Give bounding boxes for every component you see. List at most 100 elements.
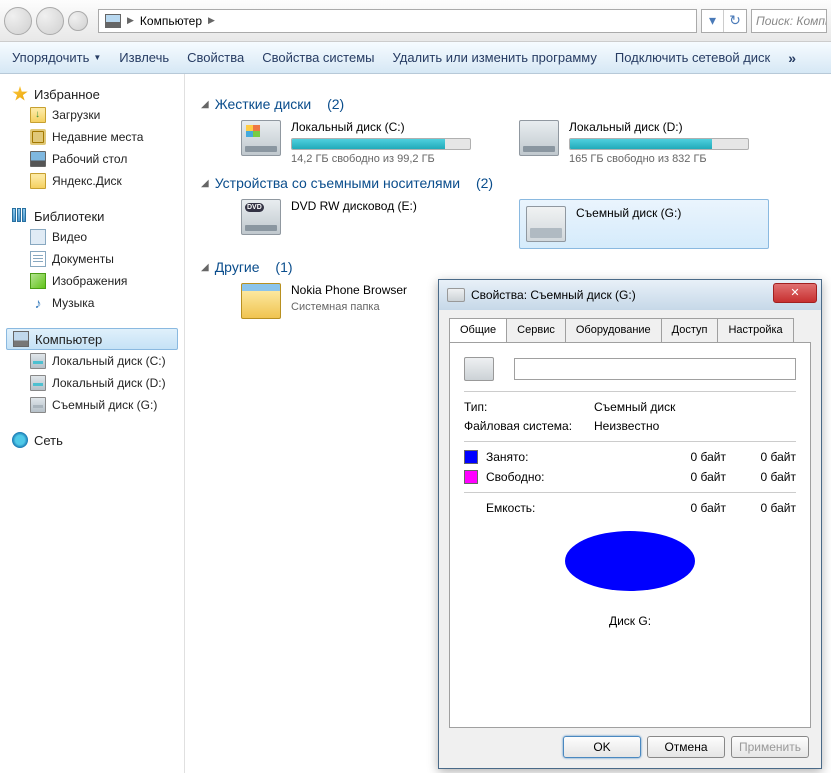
sidebar-libraries-header[interactable]: Библиотеки bbox=[6, 206, 178, 226]
address-bar[interactable]: ▶ Компьютер ▶ bbox=[98, 9, 697, 33]
capacity-value-human: 0 байт bbox=[726, 501, 796, 515]
breadcrumb-root[interactable]: Компьютер bbox=[140, 14, 202, 28]
section-removable[interactable]: ◢Устройства со съемными носителями (2) bbox=[201, 175, 815, 191]
type-label: Тип: bbox=[464, 400, 594, 414]
dialog-titlebar[interactable]: Свойства: Съемный диск (G:) ✕ bbox=[439, 280, 821, 310]
sidebar-videos[interactable]: Видео bbox=[6, 226, 178, 248]
navigation-bar: ▶ Компьютер ▶ ▾ ↻ Поиск: Компьютер bbox=[0, 0, 831, 42]
free-value-human: 0 байт bbox=[726, 470, 796, 484]
sidebar-desktop[interactable]: Рабочий стол bbox=[6, 148, 178, 170]
sidebar-yandex-disk[interactable]: Яндекс.Диск bbox=[6, 170, 178, 192]
star-icon bbox=[12, 86, 28, 102]
cancel-button[interactable]: Отмена bbox=[647, 736, 725, 758]
apply-button[interactable]: Применить bbox=[731, 736, 809, 758]
drive-icon bbox=[241, 120, 281, 156]
disk-icon bbox=[30, 353, 46, 369]
refresh-button[interactable]: ↻ bbox=[724, 10, 746, 32]
forward-button[interactable] bbox=[36, 7, 64, 35]
toolbar-system-properties[interactable]: Свойства системы bbox=[262, 50, 374, 65]
sidebar-downloads[interactable]: Загрузки bbox=[6, 104, 178, 126]
tab-tools[interactable]: Сервис bbox=[506, 318, 566, 342]
download-folder-icon bbox=[30, 107, 46, 123]
toolbar-uninstall[interactable]: Удалить или изменить программу bbox=[393, 50, 597, 65]
section-hard-drives[interactable]: ◢Жесткие диски (2) bbox=[201, 96, 815, 112]
free-value-bytes: 0 байт bbox=[646, 470, 726, 484]
back-button[interactable] bbox=[4, 7, 32, 35]
network-icon bbox=[12, 432, 28, 448]
sidebar-recent[interactable]: Недавние места bbox=[6, 126, 178, 148]
properties-dialog: Свойства: Съемный диск (G:) ✕ Общие Серв… bbox=[438, 279, 822, 769]
sidebar-documents[interactable]: Документы bbox=[6, 248, 178, 270]
drive-title: Локальный диск (D:) bbox=[569, 120, 769, 134]
drive-title: Локальный диск (C:) bbox=[291, 120, 491, 134]
toolbar-eject[interactable]: Извлечь bbox=[119, 50, 169, 65]
computer-icon bbox=[105, 14, 121, 28]
free-label: Свободно: bbox=[486, 470, 646, 484]
collapse-icon: ◢ bbox=[201, 178, 209, 189]
fs-value: Неизвестно bbox=[594, 419, 659, 433]
drive-g[interactable]: Съемный диск (G:) bbox=[519, 199, 769, 249]
address-history-button[interactable]: ▾ bbox=[702, 10, 724, 32]
libraries-icon bbox=[12, 208, 28, 224]
dialog-buttons: OK Отмена Применить bbox=[563, 736, 809, 758]
desktop-icon bbox=[30, 151, 46, 167]
music-icon: ♪ bbox=[30, 295, 46, 311]
sidebar-disk-d[interactable]: Локальный диск (D:) bbox=[6, 372, 178, 394]
drive-dvd[interactable]: DVD RW дисковод (E:) bbox=[241, 199, 491, 249]
capacity-label: Емкость: bbox=[486, 501, 646, 515]
used-label: Занято: bbox=[486, 450, 646, 464]
disk-label: Диск G: bbox=[464, 614, 796, 628]
drive-stats: 165 ГБ свободно из 832 ГБ bbox=[569, 153, 769, 165]
history-dropdown[interactable] bbox=[68, 11, 88, 31]
drive-title: DVD RW дисковод (E:) bbox=[291, 199, 491, 213]
dialog-body: Тип:Съемный диск Файловая система:Неизве… bbox=[449, 342, 811, 728]
sidebar-music[interactable]: ♪Музыка bbox=[6, 292, 178, 314]
drive-d[interactable]: Локальный диск (D:) 165 ГБ свободно из 8… bbox=[519, 120, 769, 165]
fs-label: Файловая система: bbox=[464, 419, 594, 433]
free-swatch bbox=[464, 470, 478, 484]
crumb-arrow-icon[interactable]: ▶ bbox=[127, 15, 134, 26]
sidebar-favorites-header[interactable]: Избранное bbox=[6, 84, 178, 104]
crumb-arrow-icon[interactable]: ▶ bbox=[208, 15, 215, 26]
drive-title: Съемный диск (G:) bbox=[576, 206, 762, 220]
image-icon bbox=[30, 273, 46, 289]
section-other[interactable]: ◢Другие (1) bbox=[201, 259, 815, 275]
search-input[interactable]: Поиск: Компьютер bbox=[751, 9, 827, 33]
drive-name-input[interactable] bbox=[514, 358, 796, 380]
dialog-title: Свойства: Съемный диск (G:) bbox=[471, 288, 636, 302]
type-value: Съемный диск bbox=[594, 400, 675, 414]
toolbar-properties[interactable]: Свойства bbox=[187, 50, 244, 65]
drive-icon bbox=[519, 120, 559, 156]
drive-stats: 14,2 ГБ свободно из 99,2 ГБ bbox=[291, 153, 491, 165]
drive-c[interactable]: Локальный диск (C:) 14,2 ГБ свободно из … bbox=[241, 120, 491, 165]
toolbar-organize[interactable]: Упорядочить▼ bbox=[12, 50, 101, 65]
sidebar-computer-header[interactable]: Компьютер bbox=[6, 328, 178, 350]
toolbar-overflow[interactable]: » bbox=[788, 50, 796, 66]
disk-icon bbox=[30, 375, 46, 391]
recent-icon bbox=[30, 129, 46, 145]
used-swatch bbox=[464, 450, 478, 464]
drive-icon bbox=[464, 357, 494, 381]
sidebar: Избранное Загрузки Недавние места Рабочи… bbox=[0, 74, 185, 773]
removable-disk-icon bbox=[30, 397, 46, 413]
sidebar-disk-g[interactable]: Съемный диск (G:) bbox=[6, 394, 178, 416]
tab-sharing[interactable]: Доступ bbox=[661, 318, 719, 342]
tab-general[interactable]: Общие bbox=[449, 318, 507, 342]
tab-hardware[interactable]: Оборудование bbox=[565, 318, 662, 342]
usage-pie-chart bbox=[565, 531, 695, 591]
refresh-group: ▾ ↻ bbox=[701, 9, 747, 33]
dvd-drive-icon bbox=[241, 199, 281, 235]
tab-customize[interactable]: Настройка bbox=[717, 318, 793, 342]
sidebar-network-header[interactable]: Сеть bbox=[6, 430, 178, 450]
system-folder-icon bbox=[241, 283, 281, 319]
sidebar-pictures[interactable]: Изображения bbox=[6, 270, 178, 292]
sidebar-disk-c[interactable]: Локальный диск (C:) bbox=[6, 350, 178, 372]
computer-icon bbox=[13, 331, 29, 347]
collapse-icon: ◢ bbox=[201, 99, 209, 110]
close-button[interactable]: ✕ bbox=[773, 283, 817, 303]
toolbar-map-drive[interactable]: Подключить сетевой диск bbox=[615, 50, 770, 65]
drive-usage-bar bbox=[569, 138, 749, 150]
used-value-bytes: 0 байт bbox=[646, 450, 726, 464]
ok-button[interactable]: OK bbox=[563, 736, 641, 758]
dialog-tabs: Общие Сервис Оборудование Доступ Настрой… bbox=[439, 310, 821, 342]
